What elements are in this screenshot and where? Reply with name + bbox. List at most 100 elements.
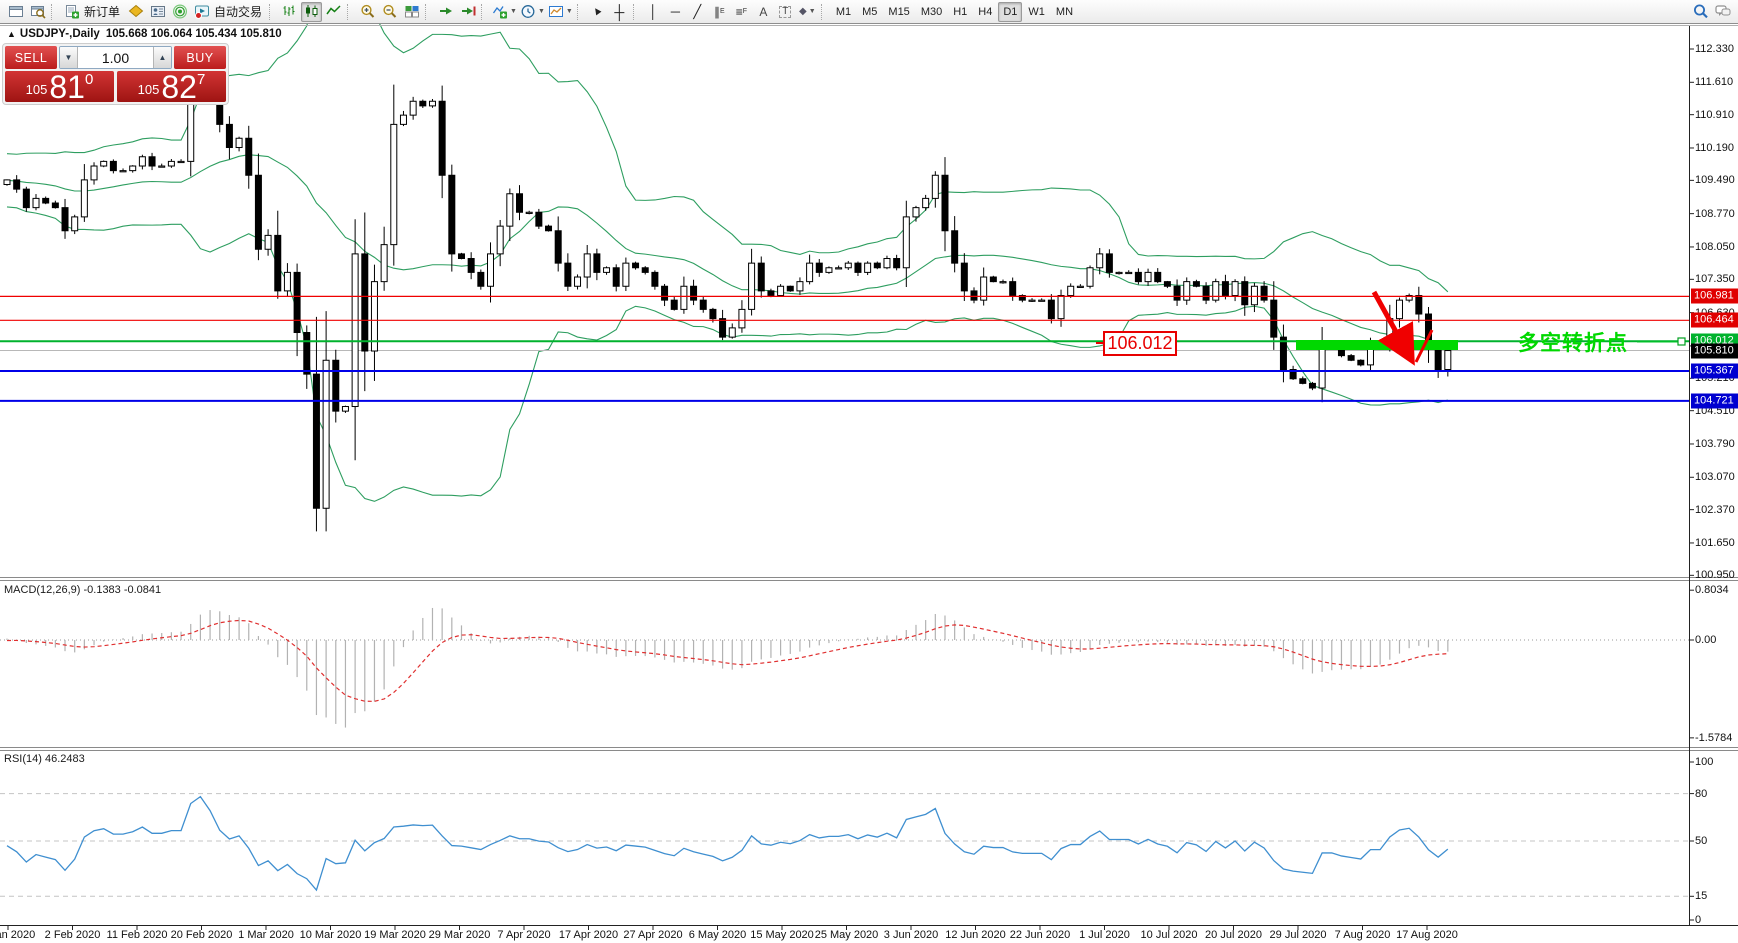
timeframe-m15-button[interactable]: M15	[883, 2, 914, 22]
date-label: 29 Mar 2020	[428, 929, 491, 941]
chart-canvas[interactable]	[0, 0, 1738, 943]
timeframe-m5-button[interactable]: M5	[857, 2, 882, 22]
main-toolbar: 新订单 自动交易 ▼ ▼ ▼ ▲ ┼ │ ─ ╱ ∥ E ≡ F A T ◆ ▼ M1 M5 M15 M30 H1 H4 D1 W…	[0, 0, 1738, 24]
rsi-axis-label: 80	[1695, 787, 1708, 800]
one-click-trading-panel: SELL ▼ 1.00 ▲ BUY 105 81 0 105 82 7	[2, 43, 229, 105]
date-label: 29 Jul 2020	[1269, 929, 1327, 941]
fibonacci-tool-icon[interactable]: ≡ F	[731, 2, 752, 22]
macd-name: MACD(12,26,9)	[4, 584, 81, 596]
date-label: 1 Jul 2020	[1079, 929, 1130, 941]
buy-price[interactable]: 105 82 7	[117, 69, 226, 105]
rsi-axis-label: 100	[1695, 756, 1714, 768]
volume-increase-button[interactable]: ▲	[153, 47, 171, 68]
indicators-icon[interactable]: ▼	[491, 2, 518, 22]
date-label: 25 May 2020	[814, 929, 879, 941]
rsi-axis-label: 15	[1695, 890, 1708, 903]
text-tool-icon[interactable]: A	[753, 2, 774, 22]
toolbar-separator	[269, 3, 274, 20]
new-order-label[interactable]: 新订单	[83, 3, 124, 20]
date-label: 10 Jul 2020	[1140, 929, 1198, 941]
date-label: 22 Jun 2020	[1009, 929, 1071, 941]
tile-windows-icon[interactable]	[401, 2, 422, 22]
date-label: 17 Aug 2020	[1396, 929, 1458, 941]
templates-icon[interactable]: ▼	[547, 2, 574, 22]
volume-input[interactable]: 1.00	[78, 47, 153, 68]
horizontal-line-tool-icon[interactable]: ─	[665, 2, 686, 22]
date-label: 7 Apr 2020	[497, 929, 551, 941]
date-label: 7 Aug 2020	[1334, 929, 1391, 941]
sell-price[interactable]: 105 81 0	[5, 71, 114, 103]
macd-label: MACD(12,26,9) -0.1383 -0.0841	[4, 584, 161, 596]
auto-scroll-icon[interactable]	[435, 2, 456, 22]
macd-axis-label: -1.5784	[1695, 731, 1733, 744]
buy-button[interactable]: BUY	[174, 46, 226, 69]
line-chart-icon[interactable]	[323, 2, 344, 22]
buy-price-sup: 7	[196, 71, 206, 88]
price-tick-label: 103.790	[1695, 437, 1735, 450]
symbol-period: USDJPY-,Daily	[19, 28, 100, 40]
candlestick-chart-icon[interactable]	[301, 1, 323, 22]
timeframe-m1-button[interactable]: M1	[831, 2, 856, 22]
timeframe-mn-button[interactable]: MN	[1051, 2, 1078, 22]
label-tool-icon[interactable]: T	[775, 2, 796, 22]
signals-icon[interactable]	[169, 2, 190, 22]
date-label: 12 Jun 2020	[945, 929, 1006, 941]
buy-price-big: 82	[161, 69, 197, 105]
buy-price-prefix: 105	[137, 82, 160, 97]
new-chart-icon[interactable]	[5, 2, 26, 22]
mt4-window: 新订单 自动交易 ▼ ▼ ▼ ▲ ┼ │ ─ ╱ ∥ E ≡ F A T ◆ ▼ M1 M5 M15 M30 H1 H4 D1 W…	[0, 0, 1738, 943]
price-tick-label: 110.910	[1695, 108, 1734, 121]
price-tick-label: 112.330	[1695, 43, 1734, 55]
date-label: 10 Mar 2020	[299, 929, 362, 941]
cursor-icon[interactable]: ▲	[587, 2, 608, 22]
navigator-icon[interactable]	[147, 2, 168, 22]
zoom-out-icon[interactable]	[379, 2, 400, 22]
crosshair-icon[interactable]: ┼	[609, 2, 630, 22]
toolbar-separator	[632, 3, 638, 20]
ohlc-values: 105.668 106.064 105.434 105.810	[105, 28, 282, 40]
date-label: 3 Jun 2020	[883, 929, 939, 941]
volume-decrease-button[interactable]: ▼	[60, 47, 78, 68]
sell-button[interactable]: SELL	[5, 46, 57, 69]
collapse-icon[interactable]: ▲	[7, 29, 16, 39]
toolbar-separator	[51, 3, 56, 20]
chat-icon[interactable]	[1712, 2, 1733, 22]
sell-price-prefix: 105	[25, 82, 48, 97]
metaeditor-icon[interactable]	[125, 2, 146, 22]
timeframe-h1-button[interactable]: H1	[948, 2, 972, 22]
zoom-in-icon[interactable]	[357, 2, 378, 22]
timeframe-d1-button[interactable]: D1	[998, 1, 1023, 22]
price-tick-label: 110.190	[1695, 141, 1734, 154]
timeframe-h4-button[interactable]: H4	[973, 2, 997, 22]
date-label: 20 Feb 2020	[170, 929, 233, 941]
periods-icon[interactable]: ▼	[519, 2, 546, 22]
toolbar-separator	[481, 3, 486, 20]
date-label: 3 Jan 2020	[0, 929, 36, 941]
new-order-icon[interactable]	[61, 2, 82, 22]
toolbar-separator	[425, 3, 430, 20]
chart-shift-icon[interactable]	[457, 2, 478, 22]
chart-title: ▲ USDJPY-,Daily 105.668 106.064 105.434 10…	[7, 28, 282, 40]
date-label: 15 May 2020	[750, 929, 814, 941]
date-label: 6 May 2020	[688, 929, 747, 941]
autotrading-icon[interactable]	[191, 2, 212, 22]
macd-values: -0.1383 -0.0841	[83, 584, 162, 596]
price-tick-label: 103.070	[1695, 471, 1735, 484]
turning-point-annotation[interactable]: 多空转折点	[1518, 327, 1628, 357]
price-level-annotation[interactable]: 106.012	[1096, 331, 1177, 356]
rsi-name: RSI(14)	[4, 753, 42, 765]
date-label: 2 Feb 2020	[44, 929, 101, 941]
profiles-icon[interactable]	[27, 2, 48, 22]
volume-stepper: ▼ 1.00 ▲	[59, 46, 172, 69]
timeframe-w1-button[interactable]: W1	[1023, 2, 1050, 22]
price-tick-label: 109.490	[1695, 174, 1735, 187]
bar-chart-icon[interactable]	[279, 2, 300, 22]
shapes-tool-icon[interactable]: ◆ ▼	[797, 2, 818, 22]
trendline-tool-icon[interactable]: ╱	[687, 2, 708, 22]
equidistant-channel-tool-icon[interactable]: ∥ E	[709, 2, 730, 22]
search-icon[interactable]	[1690, 2, 1711, 22]
timeframe-m30-button[interactable]: M30	[916, 2, 947, 22]
toolbar-separator	[347, 3, 352, 20]
vertical-line-tool-icon[interactable]: │	[643, 2, 664, 22]
autotrading-label[interactable]: 自动交易	[213, 3, 266, 20]
